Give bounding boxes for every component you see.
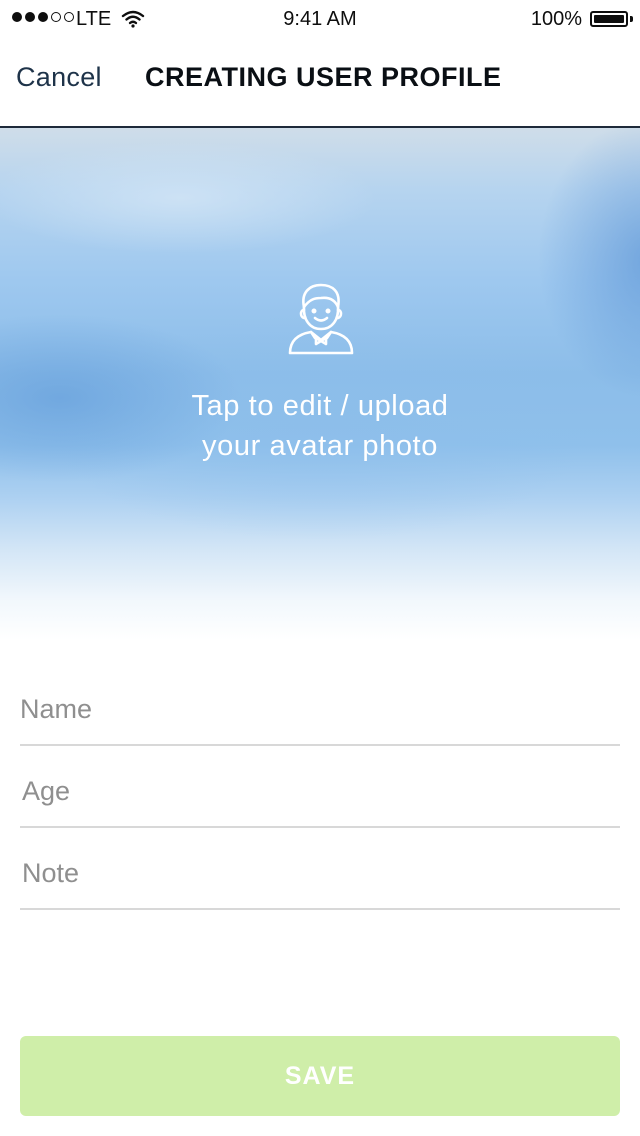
age-field xyxy=(20,768,622,828)
cancel-button[interactable]: Cancel xyxy=(16,62,102,93)
battery-cap xyxy=(630,16,633,22)
note-input[interactable] xyxy=(22,858,622,889)
name-field xyxy=(20,686,620,746)
age-input[interactable] xyxy=(22,776,622,807)
save-button[interactable]: SAVE xyxy=(20,1036,620,1116)
note-field xyxy=(20,850,622,910)
avatar-caption: Tap to edit / upload your avatar photo xyxy=(0,386,640,466)
battery-icon xyxy=(590,11,628,27)
navigation-bar: Cancel CREATING USER PROFILE xyxy=(0,40,640,128)
avatar-upload-area[interactable]: Tap to edit / upload your avatar photo xyxy=(0,128,640,640)
page-title: CREATING USER PROFILE xyxy=(145,62,502,92)
user-avatar-icon xyxy=(288,283,354,355)
battery-level-fill xyxy=(594,15,624,23)
status-bar: LTE 9:41 AM 100% xyxy=(0,0,640,40)
avatar-caption-line: your avatar photo xyxy=(202,430,438,462)
name-input[interactable] xyxy=(20,694,620,725)
battery-percent: 100% xyxy=(530,8,582,30)
avatar-caption-line: Tap to edit / upload xyxy=(191,390,449,422)
